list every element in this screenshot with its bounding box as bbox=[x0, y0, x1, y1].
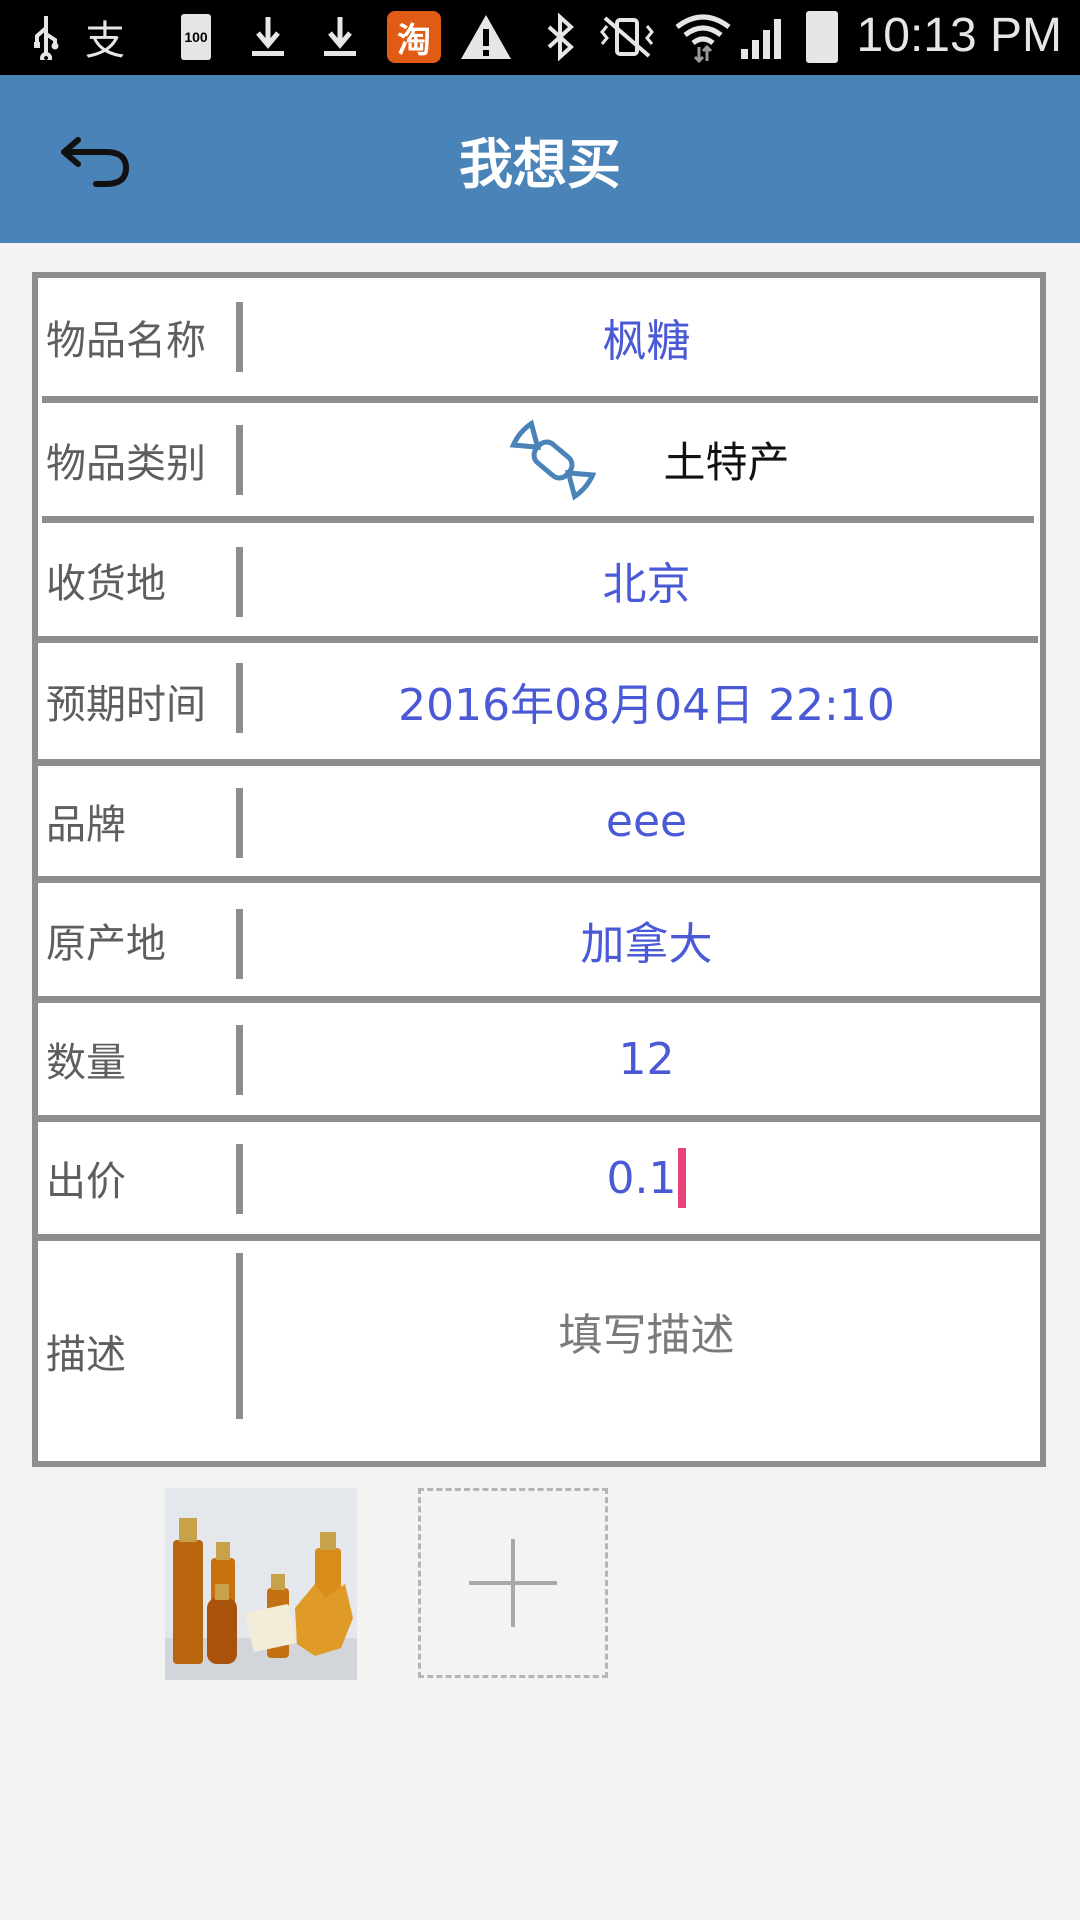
divider bbox=[236, 1253, 243, 1419]
divider bbox=[236, 1144, 243, 1214]
clock: 10:13 PM bbox=[856, 9, 1062, 62]
form-row-category[interactable]: 物品类别 土特产 bbox=[38, 403, 1040, 516]
candy-icon bbox=[510, 419, 597, 500]
origin-field[interactable]: 加拿大 bbox=[253, 883, 1040, 996]
wifi-icon bbox=[672, 12, 734, 63]
price-label: 出价 bbox=[46, 1159, 126, 1205]
description-label: 描述 bbox=[46, 1332, 126, 1378]
expected-time-label: 预期时间 bbox=[46, 682, 206, 728]
divider bbox=[38, 636, 1038, 643]
divider bbox=[38, 996, 1042, 1003]
form-row-origin[interactable]: 原产地 加拿大 bbox=[38, 883, 1040, 996]
form-row-delivery-place[interactable]: 收货地 北京 bbox=[38, 523, 1040, 636]
brand-field[interactable]: eee bbox=[253, 766, 1040, 876]
divider bbox=[38, 1234, 1042, 1241]
price-value: 0.1 bbox=[606, 1152, 677, 1204]
item-name-field[interactable]: 枫糖 bbox=[253, 278, 1040, 396]
form-row-item-name[interactable]: 物品名称 枫糖 bbox=[38, 278, 1040, 396]
description-placeholder: 填写描述 bbox=[558, 1310, 735, 1361]
divider bbox=[236, 909, 243, 979]
form-row-expected-time[interactable]: 预期时间 2016年08月04日 22:10 bbox=[38, 643, 1040, 759]
app-bar: 我想买 bbox=[0, 75, 1080, 243]
download-icon bbox=[320, 12, 360, 62]
item-name-label: 物品名称 bbox=[46, 318, 206, 364]
bluetooth-icon bbox=[540, 12, 580, 62]
add-photo-button[interactable] bbox=[418, 1488, 608, 1678]
price-input[interactable]: 0.1 bbox=[253, 1122, 1040, 1234]
divider bbox=[236, 1025, 243, 1095]
delivery-place-field[interactable]: 北京 bbox=[253, 523, 1040, 636]
divider bbox=[38, 876, 1042, 883]
origin-label: 原产地 bbox=[46, 920, 166, 967]
delivery-place-label: 收货地 bbox=[46, 560, 166, 607]
purchase-form: 物品名称 枫糖 物品类别 土特产 收货地 北京 预期时间 2016年08月04日… bbox=[32, 272, 1046, 1467]
alipay-icon: 支 bbox=[85, 18, 125, 64]
form-row-price[interactable]: 出价 0.1 bbox=[38, 1122, 1040, 1234]
signal-icon bbox=[738, 12, 788, 62]
divider bbox=[236, 547, 243, 617]
product-photo[interactable] bbox=[165, 1488, 357, 1680]
category-value: 土特产 bbox=[663, 438, 790, 487]
form-row-description[interactable]: 描述 填写描述 bbox=[38, 1241, 1040, 1461]
divider bbox=[236, 663, 243, 733]
plus-icon bbox=[469, 1539, 557, 1627]
brand-label: 品牌 bbox=[46, 802, 126, 848]
divider bbox=[236, 425, 243, 495]
divider bbox=[42, 516, 1034, 523]
vibrate-mute-icon bbox=[596, 12, 658, 62]
warning-icon bbox=[458, 12, 514, 62]
quantity-field[interactable]: 12 bbox=[253, 1003, 1040, 1115]
status-bar: 支 100 淘 10:13 PM bbox=[0, 0, 1080, 75]
divider bbox=[42, 396, 1038, 403]
divider bbox=[236, 788, 243, 858]
divider bbox=[38, 759, 1042, 766]
page-title: 我想买 bbox=[459, 133, 621, 196]
form-row-brand[interactable]: 品牌 eee bbox=[38, 766, 1040, 876]
usb-icon bbox=[28, 12, 64, 62]
divider bbox=[38, 1115, 1046, 1122]
category-label: 物品类别 bbox=[46, 440, 206, 487]
category-selector[interactable]: 土特产 bbox=[253, 403, 1040, 516]
maple-syrup-bottles-image bbox=[165, 1488, 357, 1680]
description-field[interactable]: 填写描述 bbox=[253, 1241, 1040, 1461]
expected-time-field[interactable]: 2016年08月04日 22:10 bbox=[253, 643, 1040, 759]
quantity-label: 数量 bbox=[46, 1040, 126, 1086]
battery-icon: 100 bbox=[178, 12, 214, 62]
taobao-icon: 淘 bbox=[386, 11, 442, 63]
download-icon bbox=[248, 12, 288, 62]
divider bbox=[236, 302, 243, 372]
battery-full-icon bbox=[802, 11, 842, 63]
form-row-quantity[interactable]: 数量 12 bbox=[38, 1003, 1040, 1115]
text-cursor bbox=[678, 1148, 687, 1208]
